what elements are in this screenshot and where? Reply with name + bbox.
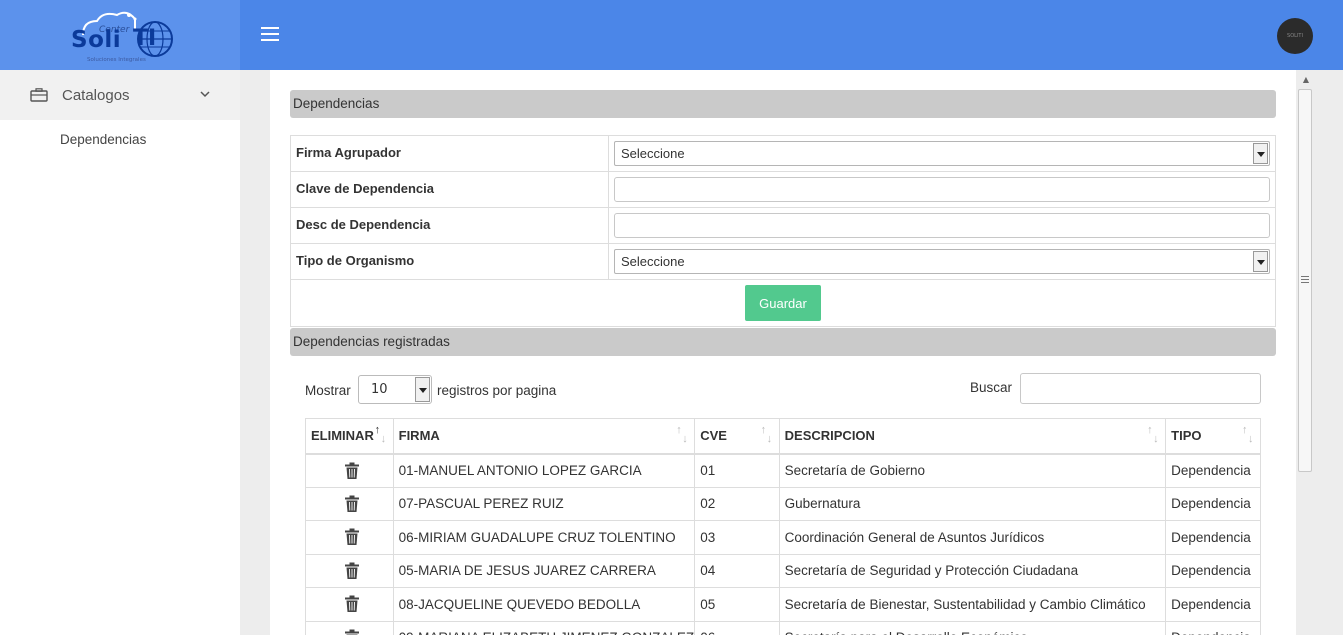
- delete-cell[interactable]: [305, 486, 394, 521]
- dropdown-arrow-icon: [415, 377, 430, 402]
- table-body: 01-MANUEL ANTONIO LOPEZ GARCIA 01 Secretar…: [305, 453, 1261, 635]
- form-row-tipo: Tipo de Organismo Seleccione: [291, 244, 1275, 280]
- form-row-firma: Firma Agrupador Seleccione: [291, 136, 1275, 172]
- table-row: 08-JACQUELINE QUEVEDO BEDOLLA 05 Secretarí…: [305, 587, 1261, 622]
- select-value: 10: [371, 382, 388, 397]
- delete-cell[interactable]: [305, 620, 394, 635]
- cell-cve: 01: [694, 453, 780, 488]
- cell-cve: 04: [694, 553, 780, 588]
- table-row: 07-PASCUAL PEREZ RUIZ 02 Gubernatura Depend…: [305, 486, 1261, 521]
- firma-agrupador-select[interactable]: Seleccione: [614, 141, 1270, 166]
- cell-tipo: Dependencia: [1165, 486, 1261, 521]
- scroll-up-icon[interactable]: ▲: [1299, 73, 1313, 87]
- trash-icon: [344, 562, 359, 579]
- form-section-title: Dependencias: [290, 90, 1276, 118]
- trash-icon: [344, 495, 359, 512]
- sidebar-item-dependencias[interactable]: Dependencias: [0, 132, 240, 147]
- delete-cell[interactable]: [305, 520, 394, 555]
- sidebar: Catalogos Dependencias: [0, 70, 240, 635]
- cell-descripcion: Secretaría de Bienestar, Sustentabilidad…: [778, 587, 1167, 622]
- dropdown-arrow-icon: [1253, 143, 1268, 164]
- delete-cell[interactable]: [305, 587, 394, 622]
- tipo-organismo-select[interactable]: Seleccione: [614, 249, 1270, 274]
- cell-firma: 05-MARIA DE JESUS JUAREZ CARRERA: [392, 553, 696, 588]
- per-page-label: registros por pagina: [437, 383, 557, 398]
- sort-icon: ↑ ↓: [374, 424, 387, 445]
- cell-firma: 01-MANUEL ANTONIO LOPEZ GARCIA: [392, 453, 696, 488]
- select-value: Seleccione: [621, 146, 685, 161]
- delete-cell[interactable]: [305, 553, 394, 588]
- sort-icon: ↑ ↓: [760, 424, 773, 445]
- sort-icon: ↑ ↓: [1147, 424, 1159, 445]
- field-label: Clave de Dependencia: [291, 172, 609, 207]
- cell-tipo: Dependencia: [1165, 620, 1261, 635]
- cell-tipo: Dependencia: [1165, 587, 1261, 622]
- sidebar-item-catalogos[interactable]: Catalogos: [0, 70, 240, 120]
- dependencies-table: ELIMINAR ↑ ↓ FIRMA ↑ ↓ CVE ↑ ↓ DESCRIPCION ↑ ↓ T…: [305, 418, 1261, 635]
- trash-icon: [344, 629, 359, 635]
- form-row-clave: Clave de Dependencia: [291, 172, 1275, 208]
- field-label: Desc de Dependencia: [291, 208, 609, 243]
- column-header-eliminar[interactable]: ELIMINAR ↑ ↓: [305, 418, 394, 455]
- trash-icon: [344, 595, 359, 613]
- trash-icon: [344, 462, 359, 479]
- table-row: 01-MANUEL ANTONIO LOPEZ GARCIA 01 Secretar…: [305, 453, 1261, 488]
- cell-descripcion: Secretaría de Gobierno: [778, 453, 1167, 488]
- sort-icon: ↑ ↓: [1242, 424, 1254, 445]
- search-input[interactable]: [1020, 373, 1261, 404]
- column-header-descripcion[interactable]: DESCRIPCION ↑ ↓: [778, 418, 1167, 455]
- cell-firma: 08-JACQUELINE QUEVEDO BEDOLLA: [392, 587, 696, 622]
- delete-cell[interactable]: [305, 453, 394, 488]
- cell-firma: 06-MIRIAM GUADALUPE CRUZ TOLENTINO: [392, 520, 696, 555]
- cell-firma: 09-MARIANA ELIZABETH JIMENEZ GONZALEZ: [392, 620, 696, 635]
- field-label: Tipo de Organismo: [291, 244, 609, 279]
- form-actions: Guardar: [291, 280, 1275, 326]
- cell-cve: 03: [694, 520, 780, 555]
- field-label: Firma Agrupador: [291, 136, 609, 171]
- form-row-desc: Desc de Dependencia: [291, 208, 1275, 244]
- cell-firma: 07-PASCUAL PEREZ RUIZ: [392, 486, 696, 521]
- search-label: Buscar: [970, 380, 1013, 395]
- column-header-cve[interactable]: CVE ↑ ↓: [694, 418, 780, 455]
- table-row: 09-MARIANA ELIZABETH JIMENEZ GONZALEZ06S…: [305, 620, 1261, 635]
- list-section-title: Dependencias registradas: [290, 328, 1276, 356]
- sort-icon: ↑ ↓: [676, 424, 688, 445]
- app-logo[interactable]: Center Soli TI Soluciones Integrales: [65, 5, 175, 65]
- menu-toggle-icon[interactable]: [261, 27, 279, 41]
- table-row: 05-MARIA DE JESUS JUAREZ CARRERA 04 Secret…: [305, 553, 1261, 588]
- save-button[interactable]: Guardar: [745, 285, 821, 321]
- cell-tipo: Dependencia: [1165, 453, 1261, 488]
- logo-subtitle: Soluciones Integrales: [87, 57, 146, 63]
- select-value: Seleccione: [621, 254, 685, 269]
- briefcase-icon: [30, 88, 48, 102]
- cell-tipo: Dependencia: [1165, 520, 1261, 555]
- logo-soli-text: Soli: [71, 27, 122, 53]
- column-header-firma[interactable]: FIRMA ↑ ↓: [392, 418, 696, 455]
- show-label: Mostrar: [305, 383, 351, 398]
- page-size-select[interactable]: 10: [358, 375, 432, 404]
- cell-cve: 06: [694, 620, 780, 635]
- desc-dependencia-input[interactable]: [614, 213, 1270, 238]
- cell-descripcion: Gubernatura: [778, 486, 1167, 521]
- table-row: 06-MIRIAM GUADALUPE CRUZ TOLENTINO 03 Coor…: [305, 520, 1261, 555]
- chevron-down-icon[interactable]: [199, 89, 211, 99]
- brand-area: Center Soli TI Soluciones Integrales: [0, 0, 240, 70]
- logo-ti-text: TI: [133, 26, 157, 51]
- sidebar-item-label: Catalogos: [62, 86, 130, 104]
- cell-tipo: Dependencia: [1165, 553, 1261, 588]
- cell-cve: 02: [694, 486, 780, 521]
- dependency-form: Firma Agrupador Seleccione Clave de Depe…: [290, 135, 1276, 327]
- user-avatar[interactable]: SOLITI: [1277, 18, 1313, 54]
- trash-icon: [344, 528, 359, 546]
- cell-descripcion: Secretaría de Seguridad y Protección Ciu…: [778, 553, 1167, 588]
- scroll-grip-icon: [1301, 276, 1309, 284]
- cell-descripcion: Secretaría para el Desarrollo Económico: [778, 620, 1167, 635]
- cell-descripcion: Coordinación General de Asuntos Jurídico…: [778, 520, 1167, 555]
- table-header-row: ELIMINAR ↑ ↓ FIRMA ↑ ↓ CVE ↑ ↓ DESCRIPCION ↑ ↓ T…: [305, 418, 1261, 455]
- column-header-tipo[interactable]: TIPO ↑ ↓: [1165, 418, 1261, 455]
- dropdown-arrow-icon: [1253, 251, 1268, 272]
- clave-dependencia-input[interactable]: [614, 177, 1270, 202]
- cell-cve: 05: [694, 587, 780, 622]
